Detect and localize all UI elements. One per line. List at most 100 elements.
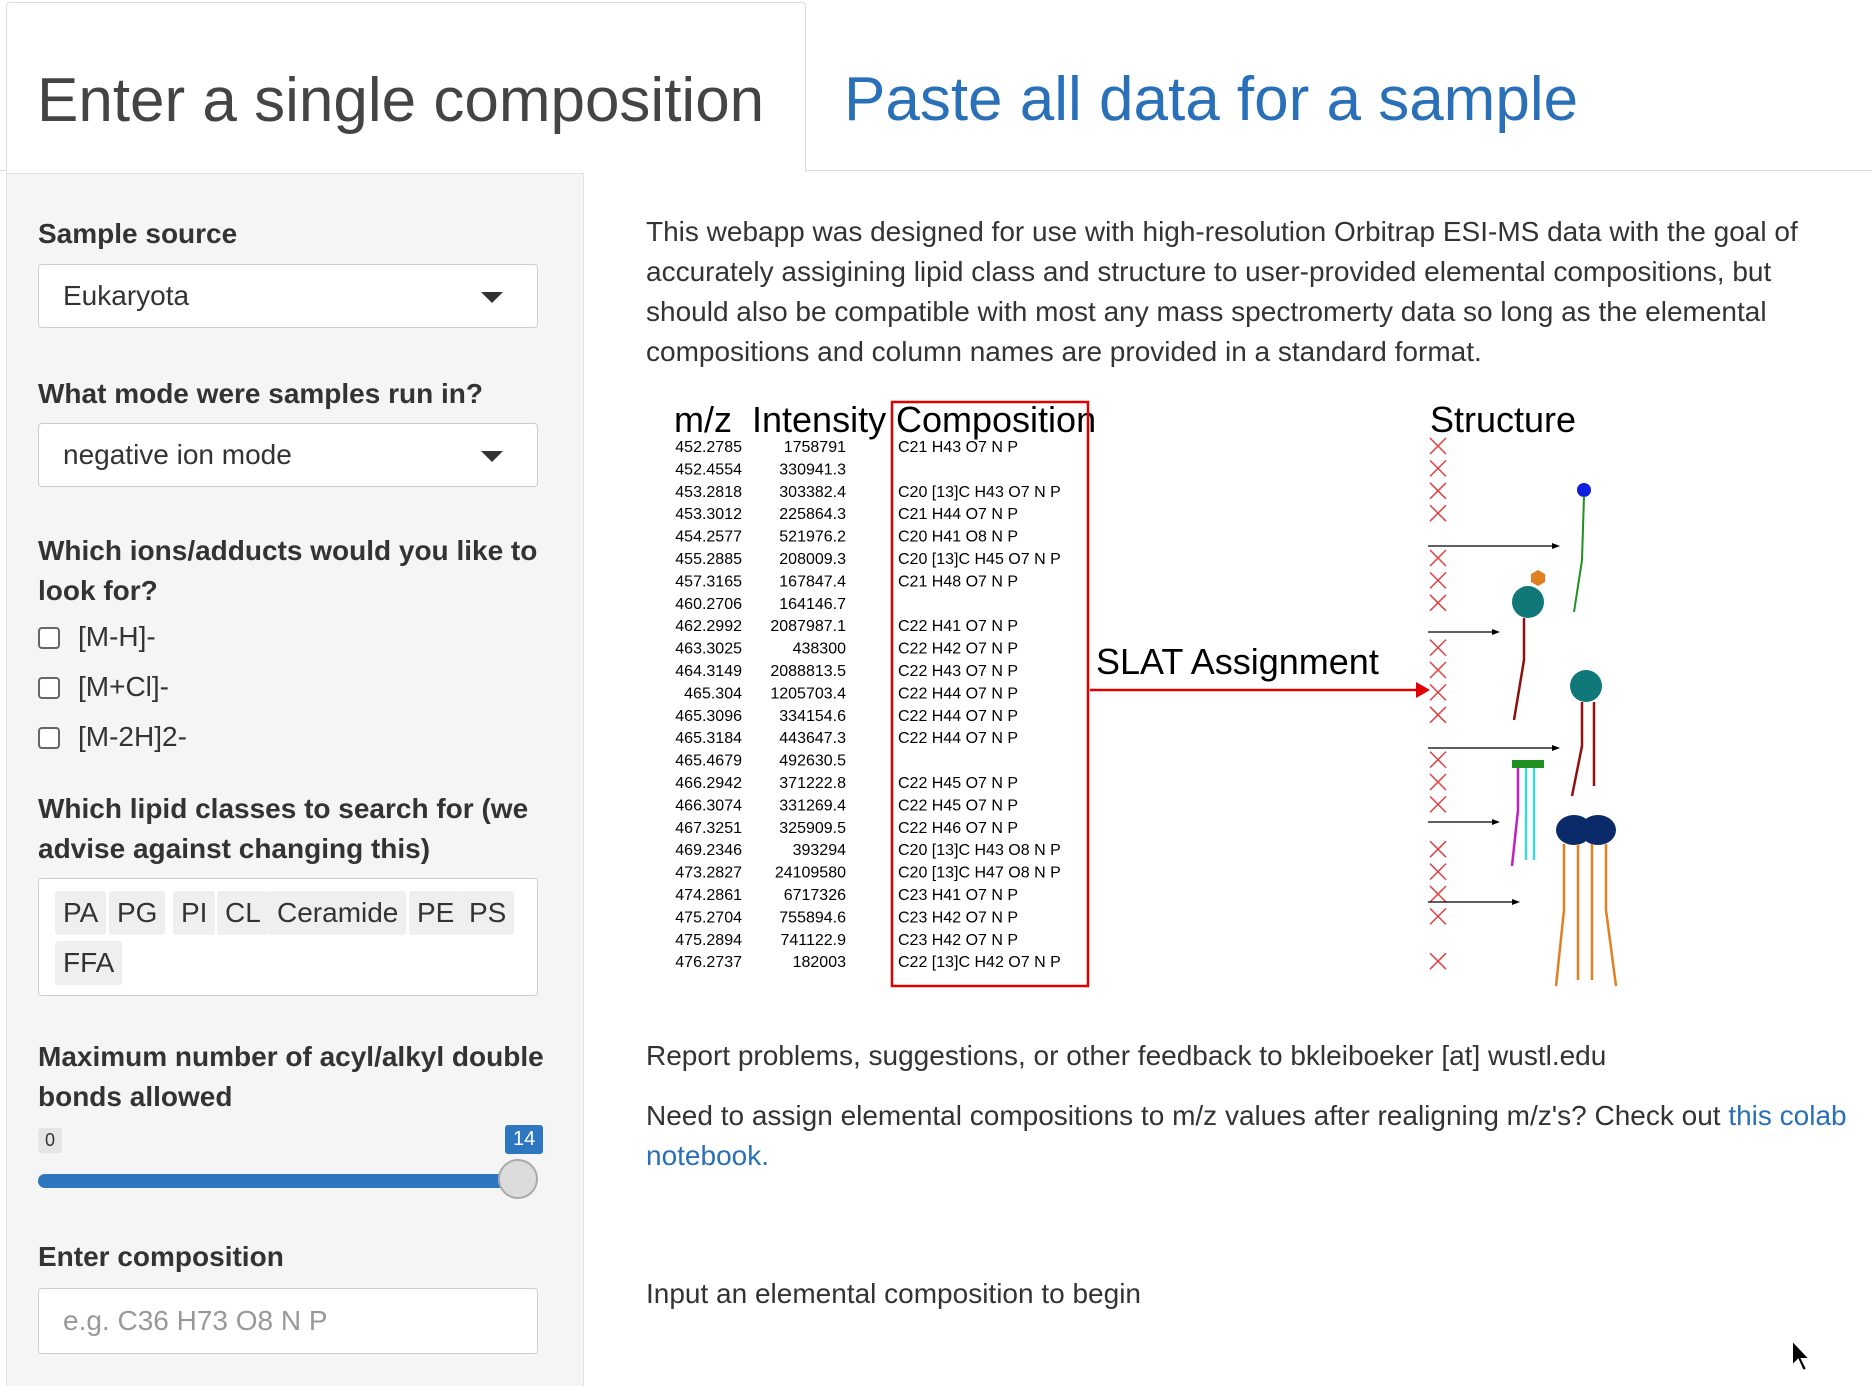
intensity-value: 2087987.1 (770, 618, 846, 635)
lipid-tail (1554, 844, 1566, 987)
mz-value: 463.3025 (675, 641, 742, 658)
intensity-value: 438300 (793, 641, 846, 658)
mz-value: 473.2827 (675, 865, 742, 882)
lipid-chip-ffa[interactable]: FFA (55, 941, 123, 985)
intensity-value: 24109580 (775, 865, 846, 882)
slider-handle[interactable] (498, 1159, 538, 1199)
composition-value: C22 H44 O7 N P (898, 685, 1018, 702)
mz-value: 475.2704 (675, 909, 742, 926)
mz-value: 474.2861 (675, 887, 742, 904)
checkbox[interactable] (38, 677, 60, 699)
intensity-value: 325909.5 (779, 820, 846, 837)
chevron-down-icon (481, 451, 503, 462)
structure-header: Structure (1430, 399, 1576, 440)
intensity-value: 741122.9 (780, 932, 846, 949)
slider-fill (38, 1174, 518, 1188)
composition-value: C22 H42 O7 N P (898, 641, 1018, 658)
sample-source-label: Sample source (38, 218, 238, 249)
intensity-header: Intensity (752, 399, 886, 440)
composition-value: C22 H46 O7 N P (898, 820, 1018, 837)
composition-value: C23 H42 O7 N P (898, 909, 1018, 926)
intensity-value: 371222.8 (779, 775, 846, 792)
lipid-tail (1573, 495, 1585, 613)
composition-label: Enter composition (38, 1241, 284, 1272)
lipid-chip-ceramide[interactable]: Ceramide (269, 891, 407, 935)
structure-arrowhead (1552, 745, 1560, 751)
composition-value: C22 H44 O7 N P (898, 708, 1018, 725)
adduct-option-label: [M+Cl]- (78, 671, 169, 702)
composition-value: C20 [13]C H43 O8 N P (898, 842, 1061, 859)
sidebar-panel (6, 173, 584, 1386)
intensity-value: 330941.3 (779, 461, 846, 478)
mouse-cursor-icon (1791, 1338, 1813, 1373)
lipid-chip-cl[interactable]: CL (217, 891, 269, 935)
adduct-option-label: [M-H]- (78, 621, 156, 652)
lipid-chip-pa[interactable]: PA (55, 891, 107, 935)
lipid-tail (1570, 702, 1584, 797)
composition-value: C22 H43 O7 N P (898, 663, 1018, 680)
checkbox[interactable] (38, 727, 60, 749)
tab-bar: Enter a single composition Paste all dat… (0, 0, 1872, 172)
mz-value: 454.2577 (675, 529, 742, 546)
tab-paste-all-data-label[interactable]: Paste all data for a sample (844, 64, 1578, 135)
mz-value: 466.3074 (675, 797, 742, 814)
lipid-classes-selectize[interactable]: PA PG PI CL Ceramide PE PS FFA (38, 878, 538, 996)
composition-value: C22 H45 O7 N P (898, 797, 1018, 814)
composition-input[interactable] (38, 1288, 538, 1354)
lipid-tail (1604, 844, 1618, 987)
intensity-value: 208009.3 (779, 551, 846, 568)
structure-arrowhead (1552, 543, 1560, 549)
double-bonds-label: Maximum number of acyl/alkyl double bond… (38, 1041, 544, 1112)
tab-single-composition[interactable]: Enter a single composition (6, 2, 806, 172)
lipid-chip-pi[interactable]: PI (173, 891, 216, 935)
mz-value: 462.2992 (675, 618, 742, 635)
intensity-value: 334154.6 (779, 708, 846, 725)
intensity-value: 331269.4 (779, 797, 846, 814)
intensity-value: 393294 (793, 842, 846, 859)
mz-value: 464.3149 (675, 663, 742, 680)
structure-diagram: SLAT Assignment (1090, 437, 1618, 987)
mode-value: negative ion mode (63, 439, 292, 470)
workflow-figure: m/z Intensity Composition Structure 452.2785… (674, 399, 1618, 988)
composition-value: C22 H44 O7 N P (898, 730, 1018, 747)
lipid-head (1577, 483, 1591, 497)
lipid-head (1512, 760, 1544, 768)
mz-value: 465.304 (684, 685, 742, 702)
mz-value: 465.3096 (675, 708, 742, 725)
composition-value: C21 H43 O7 N P (898, 439, 1018, 456)
lipid-tail (1510, 768, 1520, 867)
mz-value: 453.3012 (675, 506, 742, 523)
intensity-value: 521976.2 (779, 529, 846, 546)
intensity-value: 2088813.5 (770, 663, 846, 680)
mz-value: 469.2346 (675, 842, 742, 859)
composition-value: C23 H41 O7 N P (898, 887, 1018, 904)
lipid-headgroup (1531, 570, 1545, 586)
mz-value: 465.4679 (675, 753, 742, 770)
composition-value: C22 H41 O7 N P (898, 618, 1018, 635)
mz-value: 467.3251 (675, 820, 742, 837)
tab-single-composition-label: Enter a single composition (37, 66, 765, 135)
adduct-option-label: [M-2H]2- (78, 721, 187, 752)
chevron-down-icon (481, 292, 503, 303)
composition-header: Composition (896, 399, 1096, 440)
sample-source-value: Eukaryota (63, 280, 190, 311)
mode-label: What mode were samples run in? (38, 378, 483, 409)
lipid-chip-ps[interactable]: PS (461, 891, 515, 935)
lipid-chip-pg[interactable]: PG (109, 891, 166, 935)
sample-source-select[interactable]: Eukaryota (38, 264, 538, 328)
composition-value: C22 H45 O7 N P (898, 775, 1018, 792)
mz-value: 452.2785 (675, 439, 742, 456)
intensity-value: 6717326 (784, 887, 846, 904)
mz-value: 457.3165 (675, 573, 742, 590)
colab-text: Need to assign elemental compositions to… (646, 1096, 1872, 1176)
mz-header: m/z (674, 399, 732, 440)
adducts-label: Which ions/adducts would you like to loo… (38, 535, 538, 606)
report-text: Report problems, suggestions, or other f… (646, 1040, 1607, 1071)
composition-value: C20 [13]C H43 O7 N P (898, 484, 1061, 501)
mz-value: 476.2737 (675, 954, 742, 971)
composition-value: C23 H42 O7 N P (898, 932, 1018, 949)
mode-select[interactable]: negative ion mode (38, 423, 538, 487)
intensity-value: 182003 (793, 954, 846, 971)
lipid-chip-pe[interactable]: PE (409, 891, 463, 935)
checkbox[interactable] (38, 627, 60, 649)
